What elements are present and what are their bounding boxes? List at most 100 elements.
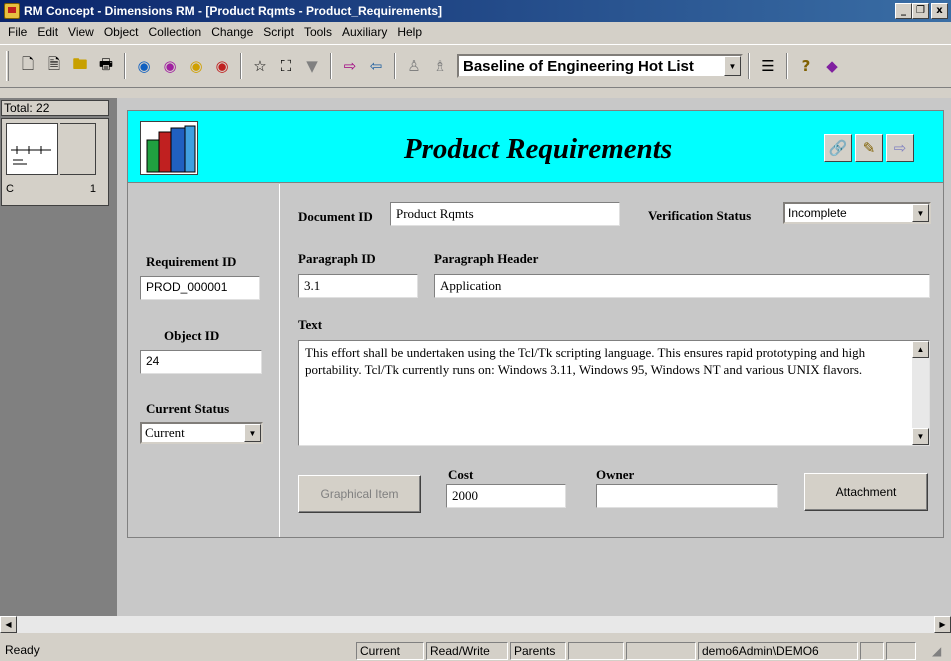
new-document-icon[interactable]: 🗋 bbox=[17, 55, 39, 77]
menu-change[interactable]: Change bbox=[206, 25, 258, 39]
toolbar-separator bbox=[240, 53, 242, 79]
status-current: Current bbox=[356, 642, 424, 660]
globe-icon[interactable]: ◉ bbox=[133, 55, 155, 77]
status-empty-2 bbox=[626, 642, 696, 660]
scroll-left-icon[interactable]: ◀ bbox=[0, 616, 17, 633]
window-title: RM Concept - Dimensions RM - [Product Rq… bbox=[24, 4, 443, 18]
object-id-label: Object ID bbox=[164, 328, 220, 343]
properties-icon[interactable]: ☰ bbox=[757, 55, 779, 77]
status-empty-4 bbox=[886, 642, 916, 660]
toolbar-separator bbox=[394, 53, 396, 79]
paragraph-id-field[interactable]: 3.1 bbox=[298, 274, 418, 298]
text-label: Text bbox=[298, 317, 323, 332]
user-icon[interactable]: ♙ bbox=[403, 55, 425, 77]
link-icon[interactable]: 🔗 bbox=[824, 134, 852, 162]
title-bar: RM Concept - Dimensions RM - [Product Rq… bbox=[0, 0, 951, 22]
scroll-right-icon[interactable]: ▶ bbox=[934, 616, 951, 633]
document-star-icon[interactable]: ☆ bbox=[249, 55, 271, 77]
link-back-icon[interactable]: ⇦ bbox=[365, 55, 387, 77]
graphical-item-button[interactable]: Graphical Item bbox=[298, 475, 421, 513]
help-icon[interactable]: ? bbox=[795, 55, 817, 77]
verification-status-value: Incomplete bbox=[788, 206, 847, 220]
status-bar: Ready Current Read/Write Parents demo6Ad… bbox=[0, 640, 951, 661]
menu-edit[interactable]: Edit bbox=[32, 25, 63, 39]
window-controls: _ ❐ x bbox=[895, 3, 948, 19]
status-empty-3 bbox=[860, 642, 884, 660]
current-status-select[interactable]: Current ▼ bbox=[140, 422, 263, 444]
menu-tools[interactable]: Tools bbox=[299, 25, 337, 39]
globe-edit-icon[interactable]: ◉ bbox=[159, 55, 181, 77]
status-empty-1 bbox=[568, 642, 624, 660]
status-parents: Parents bbox=[510, 642, 566, 660]
thumbnail-pane: Total: 22 C 1 bbox=[0, 98, 117, 616]
current-status-label: Current Status bbox=[146, 401, 230, 416]
requirement-text-area[interactable]: This effort shall be undertaken using th… bbox=[298, 340, 930, 446]
paragraph-header-field[interactable]: Application bbox=[434, 274, 930, 298]
toolbar-grip[interactable] bbox=[6, 51, 9, 81]
filter-icon[interactable]: ▼ bbox=[301, 55, 323, 77]
restore-button[interactable]: ❐ bbox=[912, 3, 929, 19]
form-banner: Product Requirements 🔗 ✎ ⇨ bbox=[128, 111, 943, 183]
owner-label: Owner bbox=[596, 467, 635, 482]
link-forward-icon[interactable]: ⇨ bbox=[339, 55, 361, 77]
thumbnail-tab bbox=[60, 123, 96, 175]
resize-grip-icon[interactable]: ◢ bbox=[932, 644, 941, 658]
globe-delete-icon[interactable]: ◉ bbox=[211, 55, 233, 77]
total-count: Total: 22 bbox=[1, 100, 109, 116]
globe-check-icon[interactable]: ◉ bbox=[185, 55, 207, 77]
menu-file[interactable]: File bbox=[3, 25, 32, 39]
close-button[interactable]: x bbox=[931, 3, 948, 19]
thumbnail-page-icon bbox=[6, 123, 58, 175]
menu-object[interactable]: Object bbox=[99, 25, 144, 39]
status-mode: Read/Write bbox=[426, 642, 508, 660]
requirement-text: This effort shall be undertaken using th… bbox=[305, 345, 866, 377]
requirement-id-field[interactable]: PROD_000001 bbox=[140, 276, 260, 300]
new-object-icon[interactable]: 🗎 bbox=[43, 55, 65, 77]
status-user: demo6Admin\DEMO6 bbox=[698, 642, 858, 660]
document-id-field[interactable]: Product Rqmts bbox=[390, 202, 620, 226]
open-folder-icon[interactable]: 🖿 bbox=[69, 55, 91, 77]
chevron-down-icon[interactable]: ▼ bbox=[912, 204, 929, 222]
verification-status-label: Verification Status bbox=[648, 208, 752, 223]
edit-pencil-icon[interactable]: ✎ bbox=[855, 134, 883, 162]
scroll-up-icon[interactable]: ▲ bbox=[912, 341, 929, 358]
horizontal-scrollbar[interactable]: ◀ ▶ bbox=[0, 616, 951, 633]
chevron-down-icon[interactable]: ▼ bbox=[724, 56, 741, 76]
menu-help[interactable]: Help bbox=[392, 25, 427, 39]
object-id-field[interactable]: 24 bbox=[140, 350, 262, 374]
toolbar-separator bbox=[748, 53, 750, 79]
baseline-value: Baseline of Engineering Hot List bbox=[463, 57, 694, 75]
baseline-select[interactable]: Baseline of Engineering Hot List ▼ bbox=[457, 54, 743, 78]
scroll-down-icon[interactable]: ▼ bbox=[912, 428, 929, 445]
menu-auxiliary[interactable]: Auxiliary bbox=[337, 25, 392, 39]
paragraph-id-label: Paragraph ID bbox=[298, 251, 376, 266]
current-status-value: Current bbox=[145, 425, 185, 440]
app-icon[interactable] bbox=[4, 3, 20, 19]
books-logo bbox=[140, 121, 198, 175]
requirement-id-label: Requirement ID bbox=[146, 254, 237, 269]
menu-view[interactable]: View bbox=[63, 25, 99, 39]
attachment-button[interactable]: Attachment bbox=[804, 473, 928, 511]
menu-collection[interactable]: Collection bbox=[144, 25, 207, 39]
paragraph-header-label: Paragraph Header bbox=[434, 251, 539, 266]
print-icon[interactable]: 🖶 bbox=[95, 55, 117, 77]
binoculars-icon[interactable]: ⛶ bbox=[275, 55, 297, 77]
cost-field[interactable]: 2000 bbox=[446, 484, 566, 508]
menu-script[interactable]: Script bbox=[258, 25, 299, 39]
text-scrollbar[interactable]: ▲ ▼ bbox=[912, 341, 929, 445]
book-icon[interactable]: ◆ bbox=[821, 55, 843, 77]
menu-bar: File Edit View Object Collection Change … bbox=[0, 22, 951, 42]
toolbar-separator bbox=[124, 53, 126, 79]
users-icon[interactable]: ♗ bbox=[429, 55, 451, 77]
toolbar-separator bbox=[330, 53, 332, 79]
chevron-down-icon[interactable]: ▼ bbox=[244, 424, 261, 442]
cost-label: Cost bbox=[448, 467, 474, 482]
verification-status-select[interactable]: Incomplete ▼ bbox=[783, 202, 931, 224]
requirement-form: Product Requirements 🔗 ✎ ⇨ Requirement I… bbox=[127, 110, 944, 538]
toolbar: 🗋 🗎 🖿 🖶 ◉ ◉ ◉ ◉ ☆ ⛶ ▼ ⇨ ⇦ ♙ ♗ Baseline o… bbox=[0, 44, 951, 88]
form-title: Product Requirements bbox=[403, 133, 673, 165]
transfer-icon[interactable]: ⇨ bbox=[886, 134, 914, 162]
minimize-button[interactable]: _ bbox=[895, 3, 912, 19]
class-thumbnail[interactable]: C 1 bbox=[1, 118, 109, 206]
owner-field[interactable] bbox=[596, 484, 778, 508]
